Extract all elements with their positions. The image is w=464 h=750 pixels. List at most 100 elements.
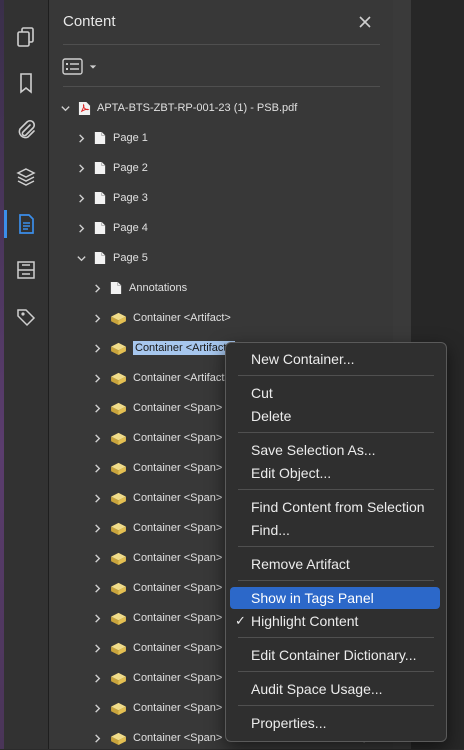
- container-box-icon: [109, 460, 127, 476]
- tree-item-label: Page 2: [113, 162, 148, 174]
- pages-icon[interactable]: [10, 21, 42, 53]
- tree-item-label: Container <Span>: [133, 522, 223, 534]
- chevron-right-icon[interactable]: [90, 671, 104, 685]
- tree-item-container[interactable]: Container <Span>: [90, 606, 222, 630]
- chevron-right-icon[interactable]: [90, 491, 104, 505]
- tree-item-container[interactable]: Container <Span>: [90, 546, 222, 570]
- attachment-icon[interactable]: [10, 113, 42, 145]
- chevron-right-icon[interactable]: [90, 551, 104, 565]
- chevron-right-icon[interactable]: [90, 281, 104, 295]
- page-icon: [109, 280, 123, 296]
- menu-item-find-content[interactable]: Find Content from Selection: [230, 496, 440, 518]
- tree-item-container[interactable]: Container <Artifact>: [90, 306, 231, 330]
- tree-item-page[interactable]: Page 3: [74, 186, 148, 210]
- tree-item-annotations[interactable]: Annotations: [90, 276, 187, 300]
- chevron-down-icon: [89, 65, 97, 69]
- tree-item-page[interactable]: Page 5: [74, 246, 148, 270]
- tree-item-label: Container <Artifact>: [133, 372, 231, 384]
- menu-separator: [238, 705, 434, 706]
- tree-item-label: Annotations: [129, 282, 188, 294]
- menu-item-highlight-content[interactable]: ✓ Highlight Content: [230, 610, 440, 632]
- tree-item-label: Container <Span>: [133, 402, 223, 414]
- tree-item-label: Container <Span>: [133, 432, 223, 444]
- bookmark-icon[interactable]: [10, 67, 42, 99]
- content-panel-icon[interactable]: [4, 208, 42, 240]
- chevron-right-icon[interactable]: [90, 461, 104, 475]
- list-options-icon: [62, 58, 83, 75]
- page-icon: [93, 130, 107, 146]
- chevron-right-icon[interactable]: [90, 401, 104, 415]
- chevron-right-icon[interactable]: [74, 221, 88, 235]
- container-box-icon: [109, 730, 127, 746]
- tree-item-label: Page 5: [113, 252, 148, 264]
- tree-item-page[interactable]: Page 4: [74, 216, 148, 240]
- tags-icon[interactable]: [10, 301, 42, 333]
- chevron-right-icon[interactable]: [74, 131, 88, 145]
- menu-item-cut[interactable]: Cut: [230, 382, 440, 404]
- tree-item-container[interactable]: Container <Artifact>: [90, 336, 235, 360]
- menu-item-edit-dictionary[interactable]: Edit Container Dictionary...: [230, 644, 440, 666]
- chevron-right-icon[interactable]: [90, 641, 104, 655]
- menu-item-save-selection[interactable]: Save Selection As...: [230, 439, 440, 461]
- container-box-icon: [109, 520, 127, 536]
- close-icon[interactable]: [354, 11, 376, 33]
- container-box-icon: [109, 610, 127, 626]
- layers-icon[interactable]: [10, 161, 42, 193]
- menu-item-edit-object[interactable]: Edit Object...: [230, 462, 440, 484]
- menu-separator: [238, 546, 434, 547]
- tree-item-container[interactable]: Container <Span>: [90, 576, 222, 600]
- menu-item-remove-artifact[interactable]: Remove Artifact: [230, 553, 440, 575]
- chevron-right-icon[interactable]: [74, 191, 88, 205]
- tree-item-container[interactable]: Container <Artifact>: [90, 366, 231, 390]
- tree-item-container[interactable]: Container <Span>: [90, 696, 222, 720]
- container-box-icon: [109, 370, 127, 386]
- menu-item-label: Highlight Content: [251, 613, 359, 629]
- tree-item-container[interactable]: Container <Span>: [90, 396, 222, 420]
- tree-item-label: Container <Artifact>: [133, 341, 235, 355]
- chevron-right-icon[interactable]: [90, 341, 104, 355]
- menu-item-delete[interactable]: Delete: [230, 405, 440, 427]
- chevron-right-icon[interactable]: [90, 611, 104, 625]
- tree-item-container[interactable]: Container <Span>: [90, 516, 222, 540]
- tree-item-container[interactable]: Container <Span>: [90, 456, 222, 480]
- menu-separator: [238, 375, 434, 376]
- divider: [63, 44, 380, 45]
- tree-item-container[interactable]: Container <Span>: [90, 666, 222, 690]
- tree-item-container[interactable]: Container <Span>: [90, 636, 222, 660]
- chevron-right-icon[interactable]: [90, 371, 104, 385]
- menu-item-show-in-tags[interactable]: Show in Tags Panel: [230, 587, 440, 609]
- menu-separator: [238, 580, 434, 581]
- tree-item-label: Container <Span>: [133, 642, 223, 654]
- tree-item-page[interactable]: Page 2: [74, 156, 148, 180]
- menu-item-properties[interactable]: Properties...: [230, 712, 440, 734]
- panel-title: Content: [63, 13, 116, 30]
- tree-item-page[interactable]: Page 1: [74, 126, 148, 150]
- tree-item-label: Container <Span>: [133, 612, 223, 624]
- container-box-icon: [109, 490, 127, 506]
- chevron-right-icon[interactable]: [90, 431, 104, 445]
- container-box-icon: [109, 640, 127, 656]
- tree-item-container[interactable]: Container <Span>: [90, 426, 222, 450]
- tree-item-label: Container <Span>: [133, 492, 223, 504]
- tree-item-label: Container <Span>: [133, 462, 223, 474]
- chevron-right-icon[interactable]: [90, 521, 104, 535]
- menu-item-find[interactable]: Find...: [230, 519, 440, 541]
- chevron-right-icon[interactable]: [90, 731, 104, 745]
- menu-separator: [238, 432, 434, 433]
- container-box-icon: [109, 400, 127, 416]
- menu-separator: [238, 637, 434, 638]
- chevron-right-icon[interactable]: [74, 161, 88, 175]
- menu-item-new-container[interactable]: New Container...: [230, 348, 440, 370]
- chevron-right-icon[interactable]: [90, 311, 104, 325]
- chevron-down-icon[interactable]: [58, 101, 72, 115]
- tree-root[interactable]: APTA-BTS-ZBT-RP-001-23 (1) - PSB.pdf: [58, 96, 297, 120]
- options-menu-button[interactable]: [62, 56, 102, 78]
- chevron-right-icon[interactable]: [90, 581, 104, 595]
- menu-separator: [238, 489, 434, 490]
- chevron-right-icon[interactable]: [90, 701, 104, 715]
- order-icon[interactable]: [10, 254, 42, 286]
- menu-item-audit-space[interactable]: Audit Space Usage...: [230, 678, 440, 700]
- chevron-down-icon[interactable]: [74, 251, 88, 265]
- container-box-icon: [109, 430, 127, 446]
- tree-item-container[interactable]: Container <Span>: [90, 486, 222, 510]
